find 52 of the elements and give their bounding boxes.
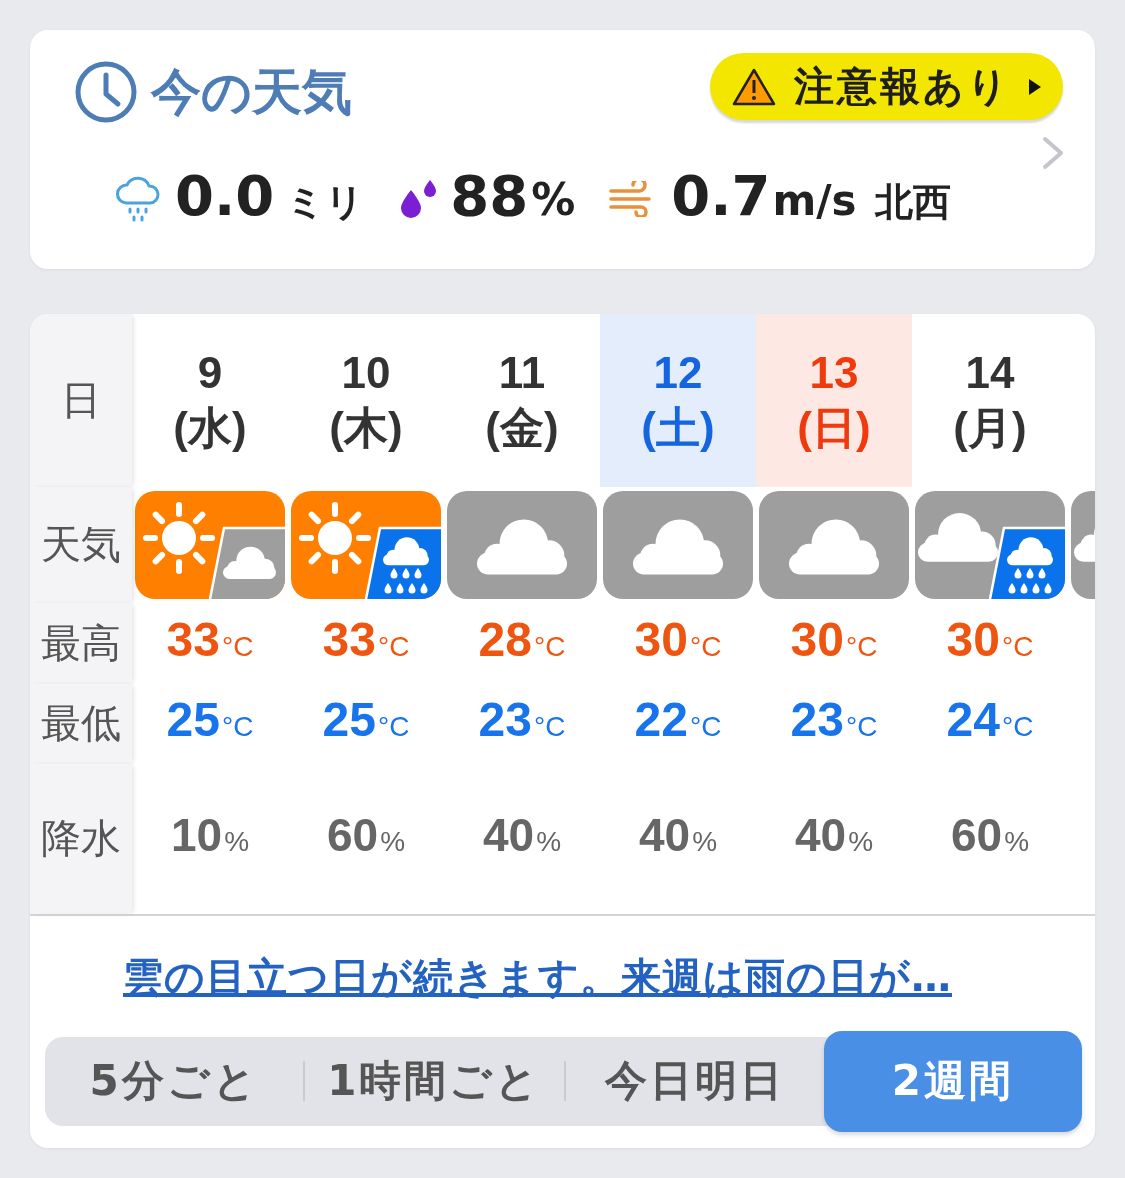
precipitation-chance: 60% — [950, 808, 1030, 864]
clock-icon — [75, 61, 137, 123]
alert-button[interactable]: 注意報あり — [710, 53, 1063, 120]
wind-direction: 北西 — [874, 179, 951, 226]
weekday-label: (日) — [797, 402, 871, 455]
row-label: 日 — [30, 313, 132, 487]
wind-speed: 0.7 m/s — [671, 163, 857, 230]
current-weather-card[interactable]: 今の天気 注意報あり 0.0 ミリ 88% 0.7 m/s 北西 — [30, 30, 1095, 269]
precipitation-chance: 10% — [170, 808, 250, 864]
weekday-label: (水) — [173, 402, 247, 455]
date-number: 13 — [809, 347, 859, 400]
low-temperature: 24°C — [946, 692, 1034, 749]
low-temperature: 22°C — [634, 692, 722, 749]
precipitation-amount: 0.0 — [175, 163, 275, 229]
date-number: 9 — [197, 347, 223, 400]
range-tab[interactable]: 2週間 — [823, 1030, 1082, 1132]
low-temperature: 23°C — [790, 692, 878, 749]
precipitation-chance: 40% — [638, 808, 718, 864]
date-number: 11 — [498, 347, 546, 400]
row-label: 降水 — [30, 763, 132, 914]
high-temperature: 30°C — [790, 611, 878, 668]
precipitation-unit: ミリ — [286, 179, 365, 226]
section-title: 今の天気 — [151, 62, 352, 123]
low-temperature: 25°C — [322, 692, 410, 749]
row-label: 最高 — [30, 602, 132, 684]
weekday-label: (木) — [329, 402, 403, 455]
chevron-right-icon[interactable] — [1041, 135, 1065, 171]
high-temperature: 30°C — [634, 611, 722, 668]
date-number: 14 — [965, 347, 1015, 400]
range-tab[interactable]: 今日明日 — [565, 1036, 824, 1126]
high-temperature: 28°C — [478, 611, 566, 668]
low-temperature: 25°C — [166, 692, 254, 749]
weekday-label: (金) — [485, 402, 559, 455]
low-temperature: 23°C — [478, 692, 566, 749]
high-temperature: 33°C — [166, 611, 254, 668]
range-tab[interactable]: 1時間ごと — [305, 1036, 564, 1126]
date-number: 12 — [653, 347, 703, 400]
precipitation-chance: 40% — [794, 808, 874, 864]
row-label: 天気 — [30, 486, 132, 603]
precipitation-chance: 60% — [326, 808, 406, 864]
humidity-value: 88% — [450, 163, 576, 230]
row-label: 最低 — [30, 683, 132, 764]
caret-icon — [1029, 78, 1041, 95]
high-temperature: 33°C — [322, 611, 410, 668]
range-tab[interactable]: 5分ごと — [45, 1036, 304, 1126]
weekday-label: (土) — [641, 402, 715, 455]
precipitation-chance: 40% — [482, 808, 562, 864]
warning-icon — [732, 66, 776, 107]
weekday-label: (月) — [953, 402, 1027, 455]
high-temperature: 30°C — [946, 611, 1034, 668]
forecast-summary-link[interactable]: 雲の目立つ日が続きます。来週は雨の日が… — [123, 953, 952, 1000]
date-number: 10 — [341, 347, 391, 400]
